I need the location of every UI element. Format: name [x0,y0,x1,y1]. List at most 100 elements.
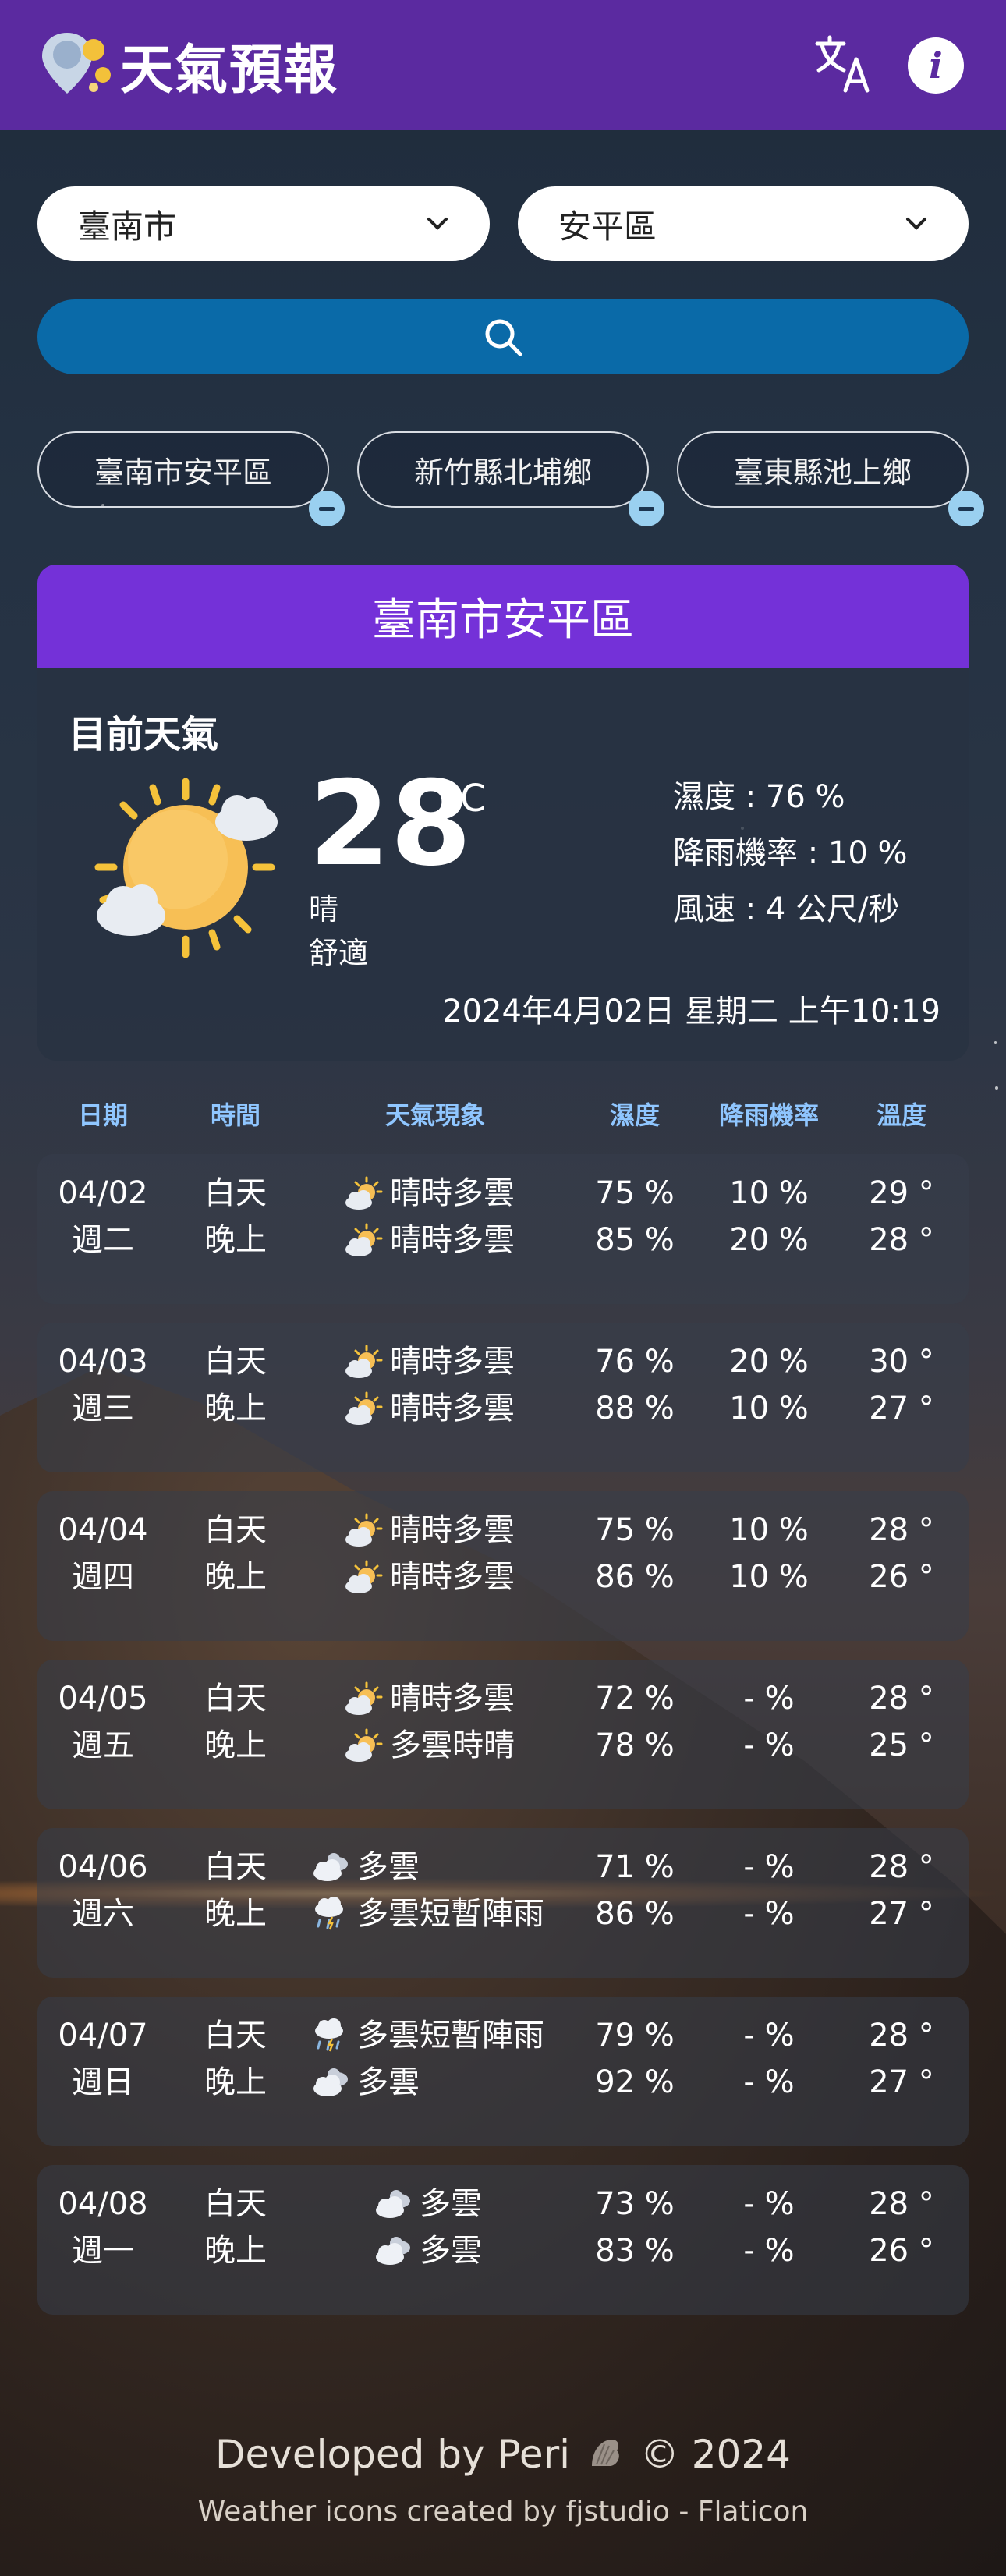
column-header-time: 時間 [210,1100,261,1130]
chevron-down-icon [427,218,448,230]
temperature-unit: °C [441,777,487,820]
sun-cloud-icon [343,1681,390,1716]
forecast-day-rain-chance: - % [743,1849,795,1885]
forecast-night-rain-chance: - % [743,1896,795,1932]
forecast-date: 04/06 [58,1849,148,1885]
forecast-night-weather-text: 晴時多雲 [390,1391,515,1426]
forecast-date: 04/08 [58,2186,148,2222]
remove-favorite-button[interactable] [948,491,984,526]
forecast-night-humidity: 92 % [595,2064,675,2100]
forecast-row: 04/06 週六 白天 晚上 71 % 86 % - % - % 28 ° 27 ° 多雲 多雲短暫陣… [37,1828,969,1978]
info-icon[interactable]: i [908,37,964,94]
forecast-day-weather: 多雲 [373,2181,482,2227]
remove-favorite-button[interactable] [629,491,664,526]
forecast-day-rain-chance: 20 % [729,1344,809,1380]
forecast-date: 04/03 [58,1344,148,1380]
copyright-year: © 2024 [639,2432,791,2477]
favorite-location[interactable]: 新竹縣北埔鄉 [357,431,664,526]
search-icon [485,319,522,356]
current-humidity: 濕度 : 76 % [673,779,845,815]
forecast-day-weather: 晴時多雲 [343,1338,515,1385]
forecast-night-temperature: 25 ° [869,1727,934,1763]
forecast-weekday: 週五 [72,1727,134,1763]
forecast-day-humidity: 72 % [595,1681,675,1717]
forecast-day-weather-text: 晴時多雲 [390,1175,515,1211]
background-star [995,1086,998,1090]
forecast-night-rain-chance: 20 % [729,1222,809,1258]
forecast-day-weather: 多雲 [310,1844,420,1890]
footer-credit: Developed by Peri © 2024 [0,2432,1006,2480]
favorite-location-label: 新竹縣北埔鄉 [413,455,592,490]
forecast-night-temperature: 26 ° [869,1559,934,1595]
current-condition: 晴 [309,892,339,927]
forecast-day-rain-chance: - % [743,1681,795,1717]
sun-cloud-icon [343,1513,390,1547]
forecast-night-temperature: 26 ° [869,2233,934,2269]
current-rain-chance: 降雨機率 : 10 % [673,835,908,871]
forecast-row: 04/04 週四 白天 晚上 75 % 86 % 10 % 10 % 28 ° 26 ° 晴時多雲晴… [37,1491,969,1641]
sun-cloud-icon [92,775,287,970]
district-select-value: 安平區 [558,207,657,246]
column-header-rain-chance: 降雨機率 [718,1100,820,1130]
district-select[interactable]: 安平區 [518,186,969,261]
forecast-day-temperature: 28 ° [869,1849,934,1885]
forecast-weekday: 週六 [72,1896,134,1932]
forecast-day-weather-text: 多雲 [357,1849,420,1885]
current-wind-speed: 風速 : 4 公尺/秒 [673,891,900,927]
current-datetime: 2024年4月02日 星期二 上午10:19 [442,994,940,1029]
forecast-row: 04/05 週五 白天 晚上 72 % 78 % - % - % 28 ° 25 ° 晴時多雲 多雲時… [37,1660,969,1809]
forecast-night-humidity: 85 % [595,1222,675,1258]
forecast-night-weather: 多雲短暫陣雨 [310,1890,544,1937]
forecast-date: 04/05 [58,1681,148,1717]
forecast-night-humidity: 78 % [595,1727,675,1763]
forecast-day-weather-text: 多雲短暫陣雨 [357,2018,544,2053]
forecast-night-label: 晚上 [204,2233,267,2269]
search-button[interactable] [37,299,969,374]
forecast-night-weather: 晴時多雲 [343,1217,515,1263]
remove-favorite-button[interactable] [309,491,345,526]
city-select[interactable]: 臺南市 [37,186,490,261]
forecast-day-label: 白天 [204,1849,267,1885]
forecast-day-label: 白天 [204,1344,267,1380]
translate-icon[interactable] [813,33,875,95]
forecast-day-temperature: 28 ° [869,1681,934,1717]
forecast-day-temperature: 28 ° [869,2186,934,2222]
forecast-night-weather-text: 晴時多雲 [390,1222,515,1258]
forecast-night-weather: 多雲時晴 [343,1722,515,1769]
forecast-night-weather: 多雲 [373,2227,482,2274]
minus-icon [319,506,335,511]
forecast-day-rain-chance: - % [743,2018,795,2053]
forecast-day-temperature: 28 ° [869,1512,934,1548]
forecast-day-label: 白天 [204,1512,267,1548]
forecast-night-label: 晚上 [204,1559,267,1595]
forecast-weekday: 週三 [72,1391,134,1426]
forecast-night-weather: 晴時多雲 [343,1554,515,1600]
developer-credit: Developed by Peri [215,2432,571,2477]
forecast-day-temperature: 28 ° [869,2018,934,2053]
sun-cloud-icon [343,1223,390,1257]
forecast-night-label: 晚上 [204,1727,267,1763]
forecast-night-label: 晚上 [204,1896,267,1932]
forecast-day-label: 白天 [204,2018,267,2053]
column-header-temperature: 溫度 [876,1100,927,1130]
app-title: 天氣預報 [120,40,339,101]
forecast-day-temperature: 29 ° [869,1175,934,1211]
favorite-location[interactable]: 臺南市安平區 [37,431,345,526]
forecast-day-weather-text: 晴時多雲 [390,1681,515,1717]
forecast-night-weather-text: 晴時多雲 [390,1559,515,1595]
favorite-location-label: 臺南市安平區 [94,455,272,490]
favorite-location[interactable]: 臺東縣池上鄉 [677,431,984,526]
forecast-night-weather-text: 多雲短暫陣雨 [357,1896,544,1932]
forecast-row: 04/02 週二 白天 晚上 75 % 85 % 10 % 20 % 29 ° 28 ° 晴時多雲晴… [37,1154,969,1304]
city-select-value: 臺南市 [78,207,177,246]
minus-icon [958,506,974,511]
rain-cloud-icon [310,1897,357,1931]
forecast-weekday: 週二 [72,1222,134,1258]
forecast-day-label: 白天 [204,1175,267,1211]
forecast-day-temperature: 30 ° [869,1344,934,1380]
current-weather-card: 臺南市安平區 目前天氣 28 °C 晴 舒適 濕度 : 76 % 降雨機率 : [37,565,969,1061]
forecast-night-humidity: 88 % [595,1391,675,1426]
forecast-night-humidity: 83 % [595,2233,675,2269]
forecast-night-rain-chance: 10 % [729,1391,809,1426]
forecast-night-temperature: 27 ° [869,1391,934,1426]
